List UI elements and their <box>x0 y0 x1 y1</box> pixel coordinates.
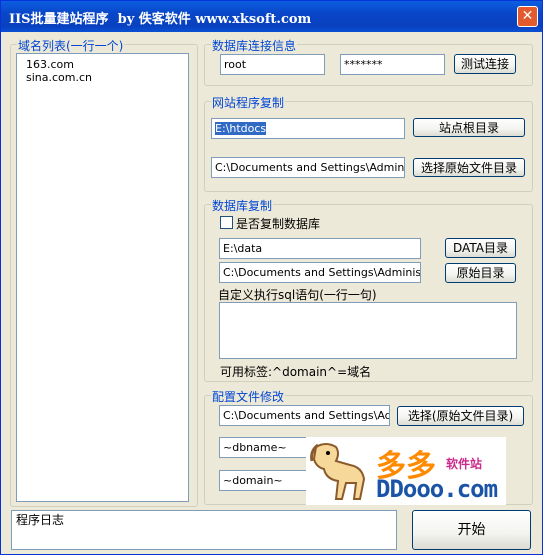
start-button[interactable]: 开始 <box>412 510 531 550</box>
site-source-field[interactable]: C:\Documents and Settings\Administrat <box>211 157 405 178</box>
close-button[interactable]: ✕ <box>517 6 538 27</box>
domain-field[interactable]: ~domain~ <box>219 470 314 491</box>
list-item: 163.com <box>26 58 74 71</box>
site-root-field[interactable]: E:\htdocs <box>211 118 405 139</box>
db-password-field[interactable]: ******* <box>340 54 445 75</box>
db-source-button[interactable]: 原始目录 <box>445 263 516 283</box>
site-root-button[interactable]: 站点根目录 <box>413 118 525 137</box>
domain-list-legend: 域名列表(一行一个) <box>17 37 125 54</box>
config-path-field[interactable]: C:\Documents and Settings\Admin <box>219 405 390 426</box>
close-icon: ✕ <box>521 8 534 24</box>
list-item: sina.com.cn <box>26 71 93 84</box>
log-textarea[interactable]: 程序日志 <box>11 510 397 550</box>
data-dir-button[interactable]: DATA目录 <box>445 238 516 258</box>
site-source-button[interactable]: 选择原始文件目录 <box>413 158 525 177</box>
config-path-button[interactable]: 选择(原始文件目录) <box>397 406 524 426</box>
copy-db-label: 是否复制数据库 <box>236 217 321 231</box>
dbname-field[interactable]: ~dbname~ <box>219 437 314 458</box>
data-dir-field[interactable]: E:\data <box>219 238 421 259</box>
watermark-text-2: 软件站 <box>446 457 483 471</box>
watermark-logo: 多多 软件站 DDooo.com <box>306 437 506 505</box>
sql-label: 自定义执行sql语句(一行一句) <box>218 288 377 302</box>
db-copy-legend: 数据库复制 <box>211 197 274 214</box>
config-edit-legend: 配置文件修改 <box>211 388 286 405</box>
site-root-value: E:\htdocs <box>215 122 267 135</box>
site-copy-legend: 网站程序复制 <box>211 94 286 111</box>
app-window: IIS批量建站程序 by 佚客软件 www.xksoft.com ✕ 域名列表(… <box>0 0 543 555</box>
db-source-field[interactable]: C:\Documents and Settings\Administrato <box>219 262 421 283</box>
window-title: IIS批量建站程序 by 佚客软件 www.xksoft.com <box>9 12 312 27</box>
title-bar: IIS批量建站程序 by 佚客软件 www.xksoft.com ✕ <box>1 1 542 32</box>
watermark-text-3: DDooo.com <box>376 475 498 503</box>
test-connection-button[interactable]: 测试连接 <box>454 54 516 74</box>
tag-hint: 可用标签:^domain^=域名 <box>220 365 372 379</box>
copy-db-checkbox[interactable] <box>220 216 233 229</box>
horse-icon <box>310 443 366 500</box>
domain-list[interactable]: 163.com sina.com.cn <box>16 53 189 502</box>
site-copy-group: 网站程序复制 <box>204 94 533 192</box>
db-user-field[interactable]: root <box>220 54 325 75</box>
sql-textarea[interactable] <box>219 302 517 359</box>
db-connection-legend: 数据库连接信息 <box>211 37 298 54</box>
